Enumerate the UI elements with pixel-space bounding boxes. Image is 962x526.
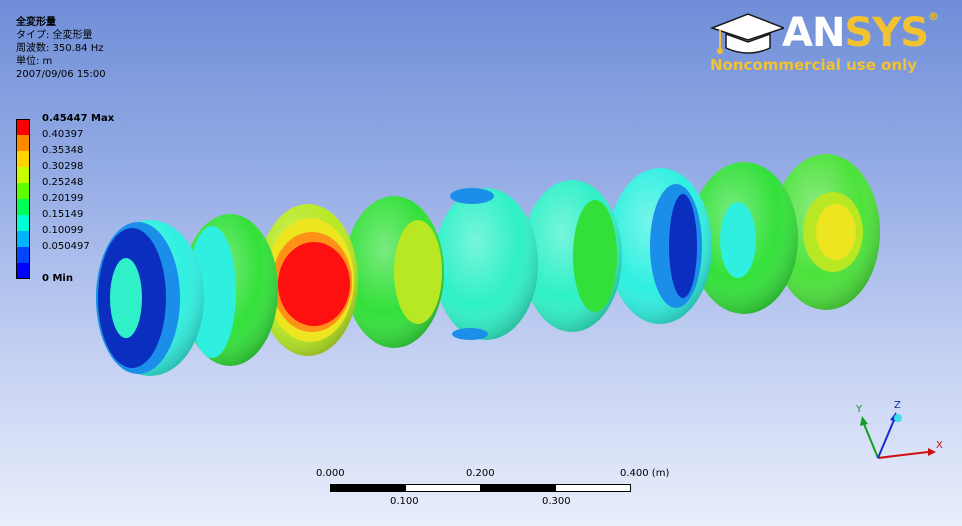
scale-label-0: 0.000: [316, 468, 345, 479]
scale-segment: [405, 484, 481, 492]
model-segment-7: [608, 168, 712, 324]
ansys-wordmark: ANSYS®: [782, 10, 939, 56]
result-frequency: 周波数: 350.84 Hz: [16, 43, 104, 54]
legend-swatch: [16, 151, 30, 167]
legend-level-label: 0.30298: [42, 161, 84, 172]
legend-level-label: 0.35348: [42, 145, 84, 156]
legend-max-label: 0.45447 Max: [42, 113, 115, 124]
result-type: タイプ: 全変形量: [16, 30, 93, 41]
legend-level-label: 0.10099: [42, 225, 84, 236]
model-segment-1: [96, 220, 204, 376]
legend-min-label: 0 Min: [42, 273, 73, 284]
model-segment-5: [434, 188, 538, 340]
scale-segment: [555, 484, 631, 492]
legend-swatch: [16, 199, 30, 215]
legend-swatch: [16, 119, 30, 135]
legend-level-label: 0.050497: [42, 241, 90, 252]
legend-swatch: [16, 247, 30, 263]
triad-z-label: Z: [894, 400, 901, 411]
graduation-cap-icon: [709, 13, 784, 54]
legend-swatch: [16, 215, 30, 231]
model-segment-4: [344, 196, 444, 348]
scale-label-100: 0.100: [390, 496, 419, 507]
triad-y-label: Y: [856, 404, 863, 415]
legend-level-label: 0.20199: [42, 193, 84, 204]
result-date: 2007/09/06 15:00: [16, 69, 106, 80]
scale-segment: [330, 484, 406, 492]
triad-x-label: X: [936, 440, 943, 451]
graphics-viewport[interactable]: 全変形量 タイプ: 全変形量 周波数: 350.84 Hz 単位: m 2007…: [0, 0, 962, 526]
license-note: Noncommercial use only: [710, 56, 917, 74]
result-info: 全変形量 タイプ: 全変形量 周波数: 350.84 Hz 単位: m 2007…: [16, 16, 106, 81]
scale-segment: [480, 484, 556, 492]
result-title: 全変形量: [16, 17, 56, 28]
legend-swatch: [16, 167, 30, 183]
ansys-logo: ANSYS® Noncommercial use only: [708, 6, 944, 76]
axis-triad[interactable]: X Y Z: [850, 398, 950, 468]
legend-level-label: 0.40397: [42, 129, 84, 140]
scale-label-300: 0.300: [542, 496, 571, 507]
legend-swatch: [16, 183, 30, 199]
legend-swatch: [16, 231, 30, 247]
result-unit: 単位: m: [16, 56, 53, 67]
scale-label-400: 0.400 (m): [620, 468, 670, 479]
scale-ruler: 0.000 0.200 0.400 (m) 0.100 0.300: [300, 466, 669, 516]
scale-label-200: 0.200: [466, 468, 495, 479]
legend-level-label: 0.15149: [42, 209, 84, 220]
legend-swatch: [16, 135, 30, 151]
deformed-model[interactable]: [0, 0, 962, 526]
legend-level-label: 0.25248: [42, 177, 84, 188]
legend-swatch: [16, 263, 30, 279]
